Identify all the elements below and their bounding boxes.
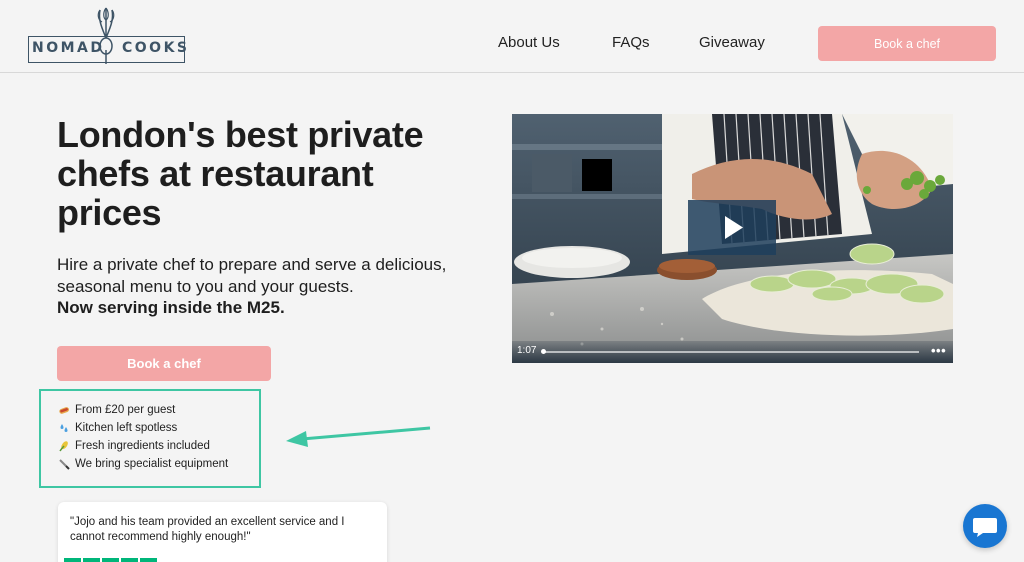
chat-bubble-icon [973,518,997,537]
benefit-text: Kitchen left spotless [75,422,178,434]
star-icon [102,558,119,562]
nav-giveaway[interactable]: Giveaway [699,34,765,51]
nomad-cooks-logo[interactable]: NOMAD COOKS [28,6,187,68]
benefit-item: We bring specialist equipment [58,458,228,470]
star-icon [140,558,157,562]
hero-subtitle-text: Hire a private chef to prepare and serve… [57,255,447,296]
benefit-item: Kitchen left spotless [58,422,177,434]
video-controls: 1:07 ••• [512,341,953,363]
benefit-text: Fresh ingredients included [75,440,210,452]
hotdog-icon [59,407,70,414]
knife-icon [59,459,70,470]
play-button[interactable] [688,200,776,255]
hero-book-chef-button[interactable]: Book a chef [57,346,271,381]
annotation-arrow-icon [286,426,431,447]
beet-icon [97,7,115,64]
more-options-icon[interactable]: ••• [931,343,946,358]
testimonial-card: "Jojo and his team provided an excellent… [58,502,387,562]
benefit-text: We bring specialist equipment [75,458,229,470]
header-book-chef-button[interactable]: Book a chef [818,26,996,61]
benefit-item: From £20 per guest [58,404,175,416]
video-player[interactable]: 1:07 ••• [512,114,953,363]
site-header: NOMAD COOKS About Us FAQs Giveaway Book … [0,0,1024,73]
play-icon [725,216,743,239]
hero-subtitle: Hire a private chef to prepare and serve… [57,254,477,319]
testimonial-quote: "Jojo and his team provided an excellent… [70,516,345,543]
logo-text-right: COOKS [122,40,190,56]
chat-widget-button[interactable] [963,504,1007,548]
star-icon [83,558,100,562]
hero-title: London's best private chefs at restauran… [57,114,424,233]
video-duration: 1:07 [517,345,537,356]
star-icon [64,558,81,562]
benefit-text: From £20 per guest [75,404,176,416]
nav-about-us[interactable]: About Us [498,34,560,51]
star-icon [121,558,138,562]
nav-faqs[interactable]: FAQs [612,34,650,51]
corn-icon [59,441,68,452]
video-progress-bar[interactable] [541,349,919,354]
progress-handle[interactable] [541,349,546,354]
sweat-droplets-icon [60,424,68,432]
benefit-item: Fresh ingredients included [58,440,210,452]
hero-subtitle-bold: Now serving inside the M25. [57,298,285,317]
benefits-highlight-box: From £20 per guest Kitchen left spotless… [39,389,261,488]
trustpilot-rating [64,558,157,562]
